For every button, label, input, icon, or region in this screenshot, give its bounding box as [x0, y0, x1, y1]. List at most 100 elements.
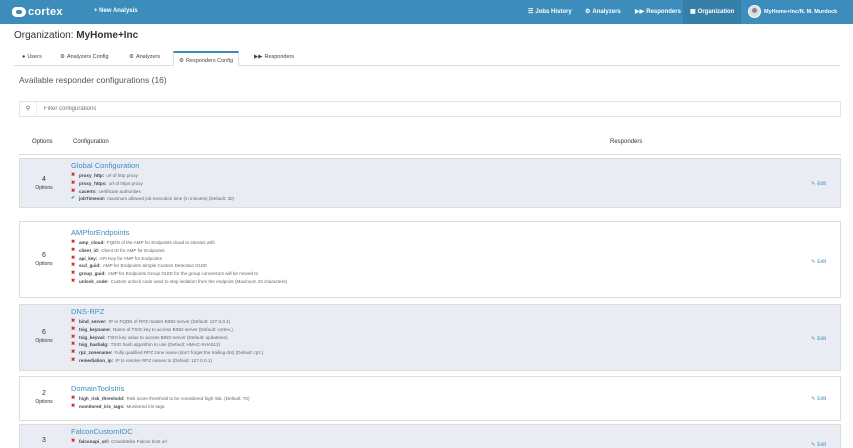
edit-button[interactable]: ✎ Edit: [811, 259, 826, 265]
edit-label: Edit: [817, 259, 826, 265]
cogs-icon: ⚙: [129, 54, 134, 60]
option-key: high_risk_threshold:: [79, 396, 125, 401]
edit-button[interactable]: ✎ Edit: [811, 181, 826, 187]
tab-responders-config-label: Responders Config: [185, 58, 234, 64]
tab-analyzers[interactable]: ⚙ Analyzers: [129, 54, 160, 60]
edit-button[interactable]: ✎ Edit: [811, 442, 826, 448]
nav-analyzers[interactable]: ⚙ Analyzers: [585, 8, 621, 16]
table-row: 6 Options AMPforEndpoints ✖ amp_cloud: FQD…: [19, 221, 841, 298]
nav-analyzers-label: Analyzers: [592, 8, 621, 15]
config-title-dns-rpz[interactable]: DNS-RPZ: [71, 307, 263, 316]
table-row: 4 Options Global Configuration ✖ proxy_ht…: [19, 158, 841, 208]
cross-icon: ✖: [71, 172, 76, 178]
nav-organization[interactable]: ▦ Organization: [690, 8, 735, 16]
table-row: 3 FalconCustomIOC ✖ falconapi_url: Crowdst…: [19, 424, 841, 448]
configuration-cell: Global Configuration ✖ proxy_http: url of …: [71, 161, 234, 203]
option-key: falconapi_url:: [79, 439, 110, 444]
nav-jobs-history[interactable]: ☰ Jobs History: [528, 8, 572, 16]
options-count-number: 3: [42, 437, 46, 444]
forward-icon: ▶▶: [635, 9, 645, 15]
cross-icon: ✖: [71, 438, 76, 444]
option-desc: Custom unlock code used to stop isolatio…: [110, 278, 288, 284]
org-tabs: ● Users ⚙ Analyzers Config ⚙ Analyzers ⚙ Res…: [14, 51, 840, 66]
option-desc: AMP for Endpoints Group GUID for the gro…: [107, 271, 259, 277]
cross-icon: ✖: [71, 277, 76, 284]
option-key: bind_server:: [79, 319, 107, 324]
config-title-domaintools[interactable]: DomainToolsIris: [71, 384, 250, 393]
config-option: ✖ api_key: API Key for AMP for Endpoints: [71, 255, 287, 263]
tab-analyzers-label: Analyzers: [135, 54, 161, 60]
gear-icon: ⚙: [60, 54, 65, 60]
gear-icon: ⚙: [179, 58, 184, 64]
option-key: scd_guid:: [79, 263, 101, 269]
cross-icon: ✖: [71, 179, 76, 186]
nav-responders-label: Responders: [646, 8, 681, 15]
cross-icon: ✖: [71, 333, 76, 340]
option-desc: Fully qualified RPZ zone name (don't for…: [114, 350, 264, 356]
options-count-label: Options: [35, 338, 53, 344]
option-desc: FQDN of the AMP for Endpoints cloud to i…: [106, 240, 215, 245]
option-key: cacerts:: [79, 188, 97, 194]
filter-input[interactable]: [44, 106, 804, 112]
tab-responders-label: Responders: [264, 54, 295, 60]
option-key: unlock_code:: [79, 278, 109, 284]
config-title-amp[interactable]: AMPforEndpoints: [71, 228, 287, 237]
search-icon: ⚲: [20, 102, 37, 116]
option-key: api_key:: [79, 255, 98, 261]
edit-icon: ✎: [811, 396, 816, 402]
option-key: group_guid:: [79, 271, 106, 277]
section-title: Available responder configurations (16): [19, 75, 167, 85]
table-row: 6 Options DNS-RPZ ✖ bind_server: IP or FQD…: [19, 304, 841, 371]
tab-responders[interactable]: ▶▶ Responders: [254, 54, 294, 60]
options-count-number: 6: [42, 252, 46, 259]
cross-icon: ✖: [71, 325, 76, 332]
new-analysis-button[interactable]: + New Analysis: [94, 8, 138, 14]
option-desc: Client ID for AMP for Endpoints: [101, 247, 165, 253]
option-desc: Name of TSIG key to access BIND server (…: [112, 326, 233, 332]
options-count-label: Options: [35, 261, 53, 267]
user-name: MyHome+Inc/N. M. Murdock: [764, 8, 838, 15]
nav-jobs-history-label: Jobs History: [535, 8, 572, 15]
column-configuration: Configuration: [73, 139, 109, 145]
tab-users-label: Users: [27, 54, 42, 60]
tab-analyzers-config[interactable]: ⚙ Analyzers Config: [60, 54, 109, 60]
config-option: ✔ jobTimeout: maximum allowed job executio…: [71, 195, 234, 203]
cross-icon: ✖: [71, 239, 76, 245]
tab-users[interactable]: ● Users: [22, 54, 42, 60]
edit-label: Edit: [817, 442, 826, 448]
edit-icon: ✎: [811, 442, 816, 448]
option-key: tsig_keyval:: [79, 334, 106, 340]
cross-icon: ✖: [71, 341, 76, 348]
option-desc: certificate authorities: [98, 188, 141, 194]
configuration-cell: DomainToolsIris ✖ high_risk_threshold: Ris…: [71, 384, 250, 411]
option-key: rpz_zonename:: [79, 350, 113, 356]
edit-button[interactable]: ✎ Edit: [811, 396, 826, 402]
option-key: proxy_https:: [79, 180, 107, 186]
config-option: ✖ proxy_http: url of http proxy: [71, 172, 234, 180]
filter-box: ⚲: [19, 101, 841, 117]
nav-organization-label: Organization: [697, 8, 735, 15]
option-key: proxy_http:: [79, 173, 105, 178]
option-key: monitored_iris_tags:: [79, 403, 125, 409]
tab-responders-config[interactable]: ⚙ Responders Config: [173, 51, 240, 66]
cross-icon: ✖: [71, 349, 76, 356]
config-title-global[interactable]: Global Configuration: [71, 161, 234, 170]
cogs-icon: ⚙: [585, 9, 591, 15]
edit-icon: ✎: [811, 336, 816, 342]
page-title: Organization: MyHome+Inc: [14, 30, 138, 41]
edit-button[interactable]: ✎ Edit: [811, 336, 826, 342]
options-count-number: 2: [42, 390, 46, 397]
cortex-logo[interactable]: cortex: [12, 5, 63, 19]
config-option: ✖ proxy_https: url of https proxy: [71, 180, 234, 188]
forward-icon: ▶▶: [254, 54, 263, 60]
user-icon: ●: [22, 54, 26, 60]
config-option: ✖ monitored_iris_tags: Monitored Iris tags…: [71, 403, 250, 411]
user-menu[interactable]: MyHome+Inc/N. M. Murdock: [748, 5, 837, 18]
config-title-falcon[interactable]: FalconCustomIOC: [71, 427, 167, 436]
config-option: ✖ group_guid: AMP for Endpoints Group GUID…: [71, 270, 287, 278]
config-option: ✖ tsig_keyname: Name of TSIG key to access…: [71, 326, 263, 334]
options-count-label: Options: [35, 399, 53, 405]
option-key: client_id:: [79, 247, 100, 253]
edit-label: Edit: [817, 181, 826, 187]
nav-responders[interactable]: ▶▶ Responders: [635, 8, 681, 16]
